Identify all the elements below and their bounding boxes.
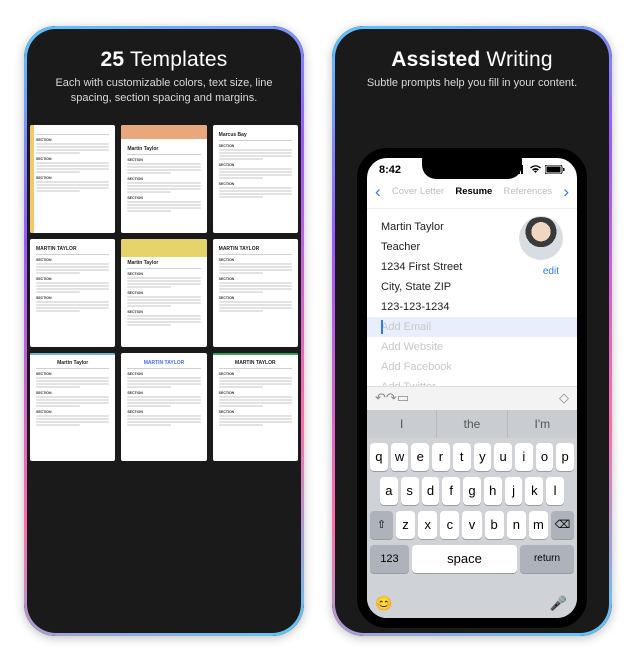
key-o[interactable]: o (536, 443, 554, 471)
key-g[interactable]: g (463, 477, 481, 505)
keyboard-suggestions: I the I'm (367, 410, 577, 438)
key-c[interactable]: c (440, 511, 459, 539)
keyboard-toolbar: ↶ ↷ ▭ ◇ (367, 386, 577, 410)
template-thumb[interactable]: Martin Taylor SECTIONSECTIONSECTION (121, 125, 206, 233)
tab-next-chevron[interactable]: › (563, 182, 569, 202)
key-t[interactable]: t (453, 443, 471, 471)
tab-resume[interactable]: Resume (455, 186, 492, 197)
emoji-key[interactable]: 😊 (375, 595, 392, 612)
tab-bar: ‹ Cover Letter Resume References › (367, 178, 577, 209)
clipboard-icon[interactable]: ▭ (397, 390, 409, 406)
wifi-icon (529, 165, 542, 174)
field-email-prompt[interactable]: Add Email (367, 317, 577, 337)
key-s[interactable]: s (401, 477, 419, 505)
phone-mock: 8:42 ‹ Cover Letter Resume References › … (357, 148, 587, 628)
key-e[interactable]: e (411, 443, 429, 471)
suggestion-3[interactable]: I'm (508, 410, 577, 438)
key-m[interactable]: m (529, 511, 548, 539)
suggestion-1[interactable]: I (367, 410, 437, 438)
key-z[interactable]: z (396, 511, 415, 539)
key-n[interactable]: n (507, 511, 526, 539)
template-thumb[interactable]: SECTIONSECTIONSECTION (30, 125, 115, 233)
key-j[interactable]: j (505, 477, 523, 505)
tab-references[interactable]: References (504, 186, 553, 197)
undo-icon[interactable]: ↶ (375, 390, 386, 406)
key-x[interactable]: x (418, 511, 437, 539)
key-h[interactable]: h (484, 477, 502, 505)
tab-prev-chevron[interactable]: ‹ (375, 182, 381, 202)
key-shift[interactable]: ⇧ (370, 511, 393, 539)
templates-title: 25 Templates (42, 48, 286, 72)
key-u[interactable]: u (494, 443, 512, 471)
suggestion-2[interactable]: the (437, 410, 507, 438)
redo-icon[interactable]: ↷ (386, 390, 397, 406)
key-delete[interactable]: ⌫ (551, 511, 574, 539)
key-v[interactable]: v (462, 511, 481, 539)
key-a[interactable]: a (380, 477, 398, 505)
template-thumb[interactable]: Marcus Bay SECTIONSECTIONSECTION (213, 125, 298, 233)
assisted-subtitle: Subtle prompts help you fill in your con… (350, 76, 594, 92)
key-w[interactable]: w (391, 443, 409, 471)
key-f[interactable]: f (442, 477, 460, 505)
templates-grid: SECTIONSECTIONSECTION Martin Taylor SECT… (24, 121, 304, 461)
field-facebook-prompt[interactable]: Add Facebook (381, 357, 563, 377)
format-icon[interactable]: ◇ (559, 390, 569, 406)
avatar[interactable] (519, 216, 563, 260)
templates-subtitle: Each with customizable colors, text size… (42, 76, 286, 108)
field-city[interactable]: City, State ZIP (381, 277, 563, 297)
field-phone[interactable]: 123-123-1234 (381, 297, 563, 317)
key-space[interactable]: space (412, 545, 517, 573)
assisted-panel: Assisted Writing Subtle prompts help you… (332, 26, 612, 636)
template-thumb[interactable]: MARTIN TAYLOR SECTIONSECTIONSECTION (213, 239, 298, 347)
field-address[interactable]: 1234 First Street (381, 257, 563, 277)
field-website-prompt[interactable]: Add Website (381, 337, 563, 357)
mic-key[interactable]: 🎤 (550, 595, 567, 612)
battery-icon (545, 165, 565, 174)
tab-cover-letter[interactable]: Cover Letter (392, 186, 444, 197)
status-time: 8:42 (379, 164, 401, 176)
key-b[interactable]: b (485, 511, 504, 539)
key-l[interactable]: l (546, 477, 564, 505)
key-i[interactable]: i (515, 443, 533, 471)
template-thumb[interactable]: MARTIN TAYLOR SECTIONSECTIONSECTION (30, 239, 115, 347)
edit-link[interactable]: edit (543, 266, 559, 277)
key-r[interactable]: r (432, 443, 450, 471)
template-thumb[interactable]: MARTIN TAYLOR SECTIONSECTIONSECTION (121, 353, 206, 461)
template-thumb[interactable]: MARTIN TAYLOR SECTIONSECTIONSECTION (213, 353, 298, 461)
templates-panel: 25 Templates Each with customizable colo… (24, 26, 304, 636)
template-thumb[interactable]: Martin Taylor SECTIONSECTIONSECTION (30, 353, 115, 461)
key-y[interactable]: y (474, 443, 492, 471)
key-q[interactable]: q (370, 443, 388, 471)
assisted-header: Assisted Writing Subtle prompts help you… (332, 26, 612, 106)
key-k[interactable]: k (525, 477, 543, 505)
templates-header: 25 Templates Each with customizable colo… (24, 26, 304, 122)
key-123[interactable]: 123 (370, 545, 409, 573)
key-d[interactable]: d (422, 477, 440, 505)
keyboard: qwertyuiop asdfghjkl ⇧zxcvbnm⌫ 123spacer… (367, 438, 577, 618)
phone-notch (422, 157, 522, 179)
key-p[interactable]: p (556, 443, 574, 471)
assisted-title: Assisted Writing (350, 48, 594, 72)
template-thumb[interactable]: Martin Taylor SECTIONSECTIONSECTION (121, 239, 206, 347)
key-return[interactable]: return (520, 545, 574, 573)
